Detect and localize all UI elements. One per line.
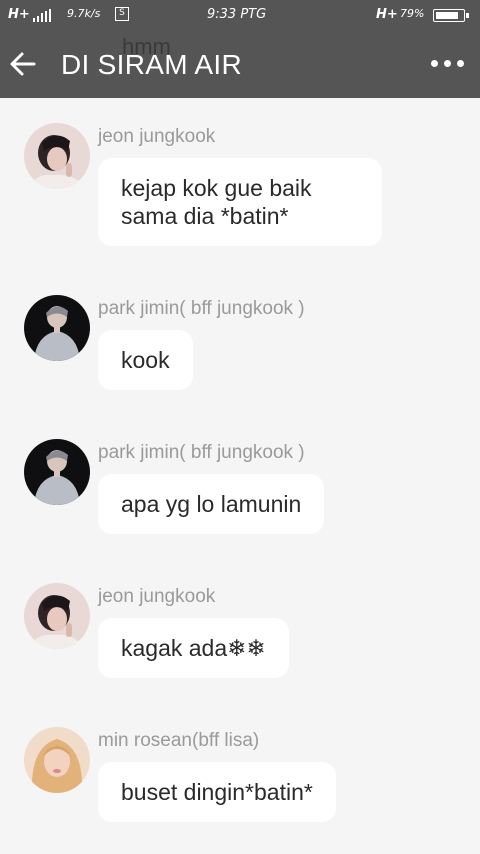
avatar[interactable] — [24, 583, 90, 649]
sender-name: jeon jungkook — [98, 586, 216, 607]
screenshot-icon: S — [115, 7, 129, 21]
message-bubble[interactable]: apa yg lo lamunin — [98, 474, 325, 534]
sender-name: jeon jungkook — [98, 126, 216, 147]
battery-percent: 79% — [400, 7, 425, 20]
message-bubble[interactable]: buset dingin*batin* — [98, 762, 336, 822]
signal-icon — [33, 9, 51, 22]
network-type: H+ — [8, 7, 30, 22]
status-bar: H+ 9.7k/s S 9:33 PTG H+ 79% — [0, 0, 480, 30]
arrow-left-icon — [10, 52, 36, 76]
clock: 9:33 PTG — [207, 7, 267, 22]
jimin-avatar-icon — [24, 295, 90, 361]
page-title: DI SIRAM AIR — [61, 49, 242, 80]
jungkook-avatar-icon — [24, 123, 90, 189]
network-speed: 9.7k/s — [67, 7, 101, 20]
app-header: hmm H+ 9.7k/s S 9:33 PTG H+ 79% DI SIRAM… — [0, 0, 480, 98]
more-dots-icon — [430, 59, 438, 67]
sender-name: min rosean(bff lisa) — [98, 730, 260, 751]
title-row: DI SIRAM AIR — [0, 40, 480, 90]
back-button[interactable] — [6, 46, 42, 82]
avatar[interactable] — [24, 123, 90, 189]
avatar[interactable] — [24, 439, 90, 505]
sender-name: park jimin( bff jungkook ) — [98, 298, 305, 319]
more-options-button[interactable] — [424, 54, 470, 72]
rose-avatar-icon — [24, 727, 90, 793]
jungkook-avatar-icon — [24, 583, 90, 649]
message-bubble[interactable]: kook — [98, 330, 193, 390]
battery-icon — [433, 9, 469, 22]
avatar[interactable] — [24, 295, 90, 361]
sender-name: park jimin( bff jungkook ) — [98, 442, 305, 463]
message-bubble[interactable]: kejap kok gue baik sama dia *batin* — [98, 158, 382, 246]
network-type-2: H+ — [376, 7, 398, 22]
avatar[interactable] — [24, 727, 90, 793]
message-bubble[interactable]: kagak ada❄❄ — [98, 618, 289, 678]
jimin-avatar-icon — [24, 439, 90, 505]
